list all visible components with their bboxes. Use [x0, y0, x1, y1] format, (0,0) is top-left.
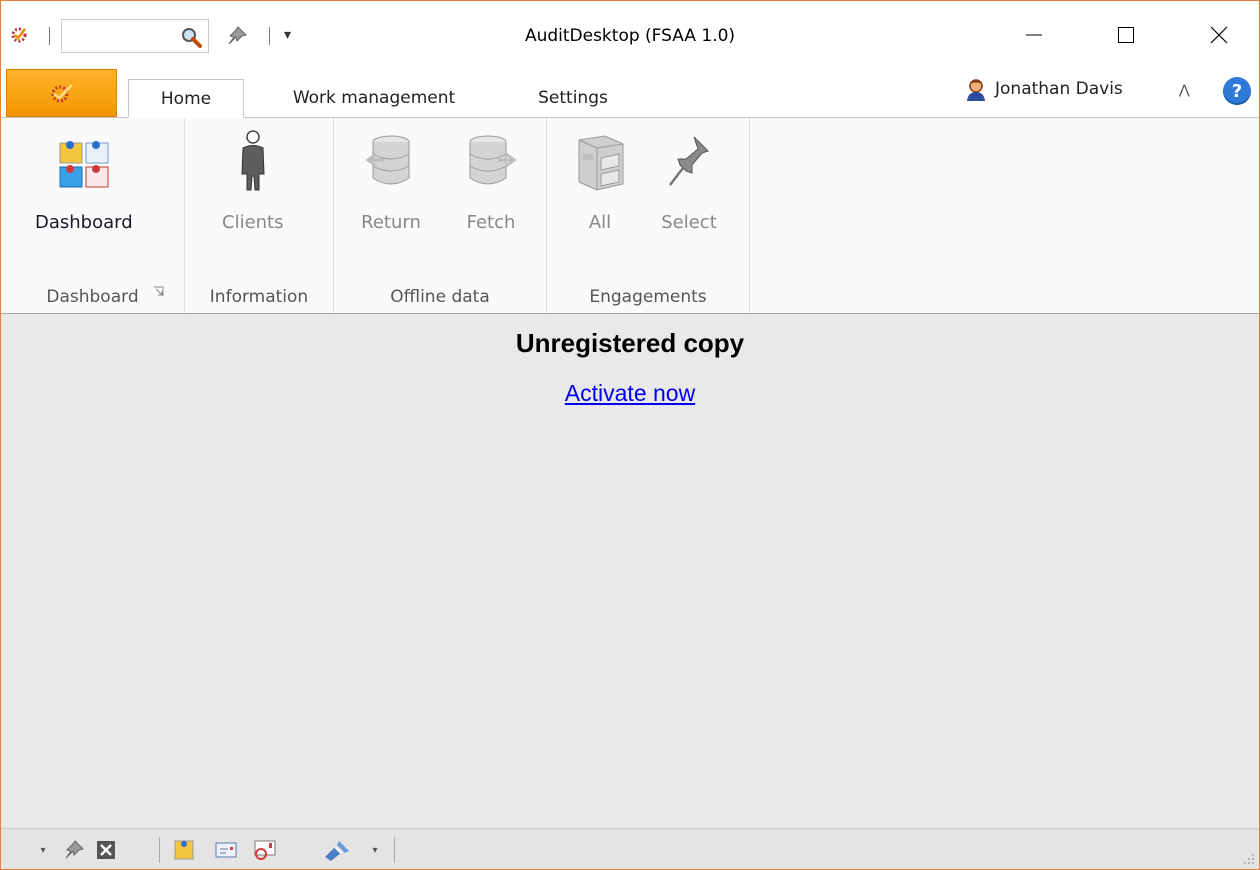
- dashboard-button-label: Dashboard: [35, 212, 133, 233]
- select-engagement-button[interactable]: Select: [659, 126, 719, 233]
- maximize-button[interactable]: [1096, 1, 1156, 69]
- person-icon: [241, 130, 265, 191]
- status-bar: ▾ ▾: [1, 828, 1259, 869]
- ribbon-group-offline-data: Return Fetch Offline data: [334, 118, 547, 313]
- user-name: Jonathan Davis: [995, 79, 1123, 99]
- group-label-offline-data: Offline data: [390, 287, 490, 307]
- close-icon: [1210, 26, 1228, 44]
- dashboard-icon: [59, 141, 109, 188]
- group-label-engagements: Engagements: [589, 287, 707, 307]
- collapse-ribbon-icon[interactable]: ⋀: [1179, 83, 1190, 98]
- return-button[interactable]: Return: [361, 126, 421, 233]
- maximize-icon: [1118, 27, 1134, 43]
- select-engagement-button-label: Select: [661, 212, 717, 233]
- clients-button-label: Clients: [222, 212, 284, 233]
- search-input[interactable]: [66, 20, 180, 52]
- minimize-icon: [1026, 34, 1042, 36]
- user-menu[interactable]: Jonathan Davis: [964, 77, 1123, 101]
- separator: [394, 837, 395, 863]
- minimize-button[interactable]: [1004, 1, 1064, 69]
- ribbon-panel: Dashboard Dashboard Clients Information: [1, 118, 1259, 314]
- separator: [159, 837, 160, 863]
- tab-settings[interactable]: Settings: [513, 79, 633, 117]
- help-icon[interactable]: ?: [1223, 77, 1251, 105]
- pin-icon[interactable]: [226, 25, 248, 47]
- fetch-button-label: Fetch: [466, 212, 516, 233]
- quick-search-box[interactable]: [61, 19, 209, 53]
- pin-icon[interactable]: [63, 839, 85, 861]
- user-avatar-icon: [967, 79, 985, 101]
- dropdown-icon[interactable]: ▾: [37, 839, 49, 861]
- separator: [269, 27, 270, 45]
- ribbon-group-information: Clients Information: [185, 118, 334, 313]
- resize-grip-icon[interactable]: [1241, 851, 1255, 865]
- main-content: Unregistered copy Activate now: [1, 314, 1259, 828]
- customize-dropdown-icon[interactable]: ▾: [284, 27, 291, 43]
- dropdown-icon[interactable]: ▾: [369, 839, 381, 861]
- ribbon-group-dashboard: Dashboard Dashboard: [1, 118, 185, 313]
- activate-now-link[interactable]: Activate now: [565, 380, 695, 406]
- file-cabinet-icon: [578, 135, 624, 191]
- return-button-label: Return: [361, 212, 421, 233]
- app-window: ▾ AuditDesktop (FSAA 1.0) Home Work mana…: [0, 0, 1260, 870]
- fetch-button[interactable]: Fetch: [461, 126, 521, 233]
- tab-home[interactable]: Home: [128, 79, 244, 118]
- search-icon[interactable]: [180, 26, 202, 48]
- pushpin-icon: [669, 136, 709, 186]
- dashboard-button[interactable]: Dashboard: [35, 126, 133, 233]
- close-box-icon[interactable]: [95, 839, 117, 861]
- unregistered-heading: Unregistered copy: [515, 328, 745, 358]
- satellite-icon[interactable]: [321, 839, 351, 861]
- ribbon-group-engagements: All Select Engagements: [547, 118, 750, 313]
- database-return-icon: [365, 135, 410, 185]
- separator: [49, 27, 50, 45]
- message-icon[interactable]: [214, 839, 238, 861]
- note-icon[interactable]: [173, 839, 195, 861]
- app-logo-icon: [51, 84, 73, 103]
- all-engagements-button[interactable]: All: [570, 126, 630, 233]
- clients-button[interactable]: Clients: [222, 126, 284, 233]
- all-engagements-button-label: All: [588, 212, 612, 233]
- tab-work-management[interactable]: Work management: [259, 79, 489, 117]
- activate-link-container: Activate now: [1, 380, 1259, 407]
- group-label-dashboard: Dashboard: [46, 287, 139, 307]
- title-bar: ▾ AuditDesktop (FSAA 1.0): [1, 1, 1259, 69]
- close-button[interactable]: [1189, 1, 1249, 69]
- group-label-information: Information: [209, 287, 309, 307]
- database-fetch-icon: [469, 135, 517, 185]
- app-logo-icon[interactable]: [9, 25, 29, 45]
- sticky-note-icon[interactable]: [251, 839, 277, 861]
- application-menu-button[interactable]: [6, 69, 117, 117]
